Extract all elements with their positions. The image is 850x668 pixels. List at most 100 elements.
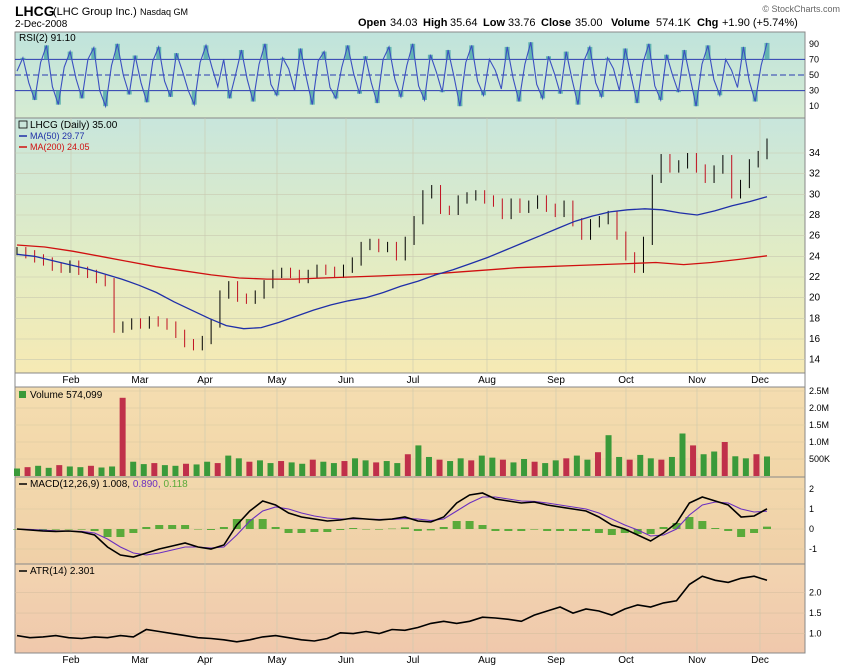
volume-bar: [109, 466, 116, 476]
chart-date: 2-Dec-2008: [15, 19, 68, 30]
month-label: Oct: [618, 655, 634, 666]
volume-bar: [499, 459, 506, 476]
macd-histogram-bar: [465, 521, 474, 529]
macd-histogram-bar: [517, 529, 526, 531]
volume-bar: [299, 463, 306, 476]
month-label: Sep: [547, 655, 565, 666]
volume-bar: [204, 461, 211, 476]
macd-histogram-bar: [271, 527, 280, 529]
volume-bar: [594, 452, 601, 476]
volume-bar: [510, 462, 517, 476]
macd-histogram-bar: [530, 529, 539, 530]
macd-histogram-bar: [323, 529, 332, 532]
price-tick-label: 14: [809, 355, 821, 366]
volume-bar: [605, 435, 612, 476]
volume-tick-label: 1.0M: [809, 437, 829, 447]
chg-label: Chg: [697, 17, 718, 29]
stock-chart: LHCG (LHC Group Inc.) Nasdaq GM 2-Dec-20…: [13, 3, 840, 666]
macd-tick-label: -1: [809, 544, 817, 554]
macd-histogram-bar: [155, 525, 164, 529]
volume-bar: [584, 459, 591, 476]
ma200-label: MA(200) 24.05: [30, 142, 90, 152]
month-label: Nov: [688, 655, 706, 666]
volume-bar: [573, 455, 580, 476]
volume-bar: [616, 456, 623, 476]
volume-bar: [193, 464, 200, 476]
macd-histogram-bar: [116, 529, 125, 537]
macd-histogram-bar: [724, 529, 733, 531]
macd-histogram-bar: [142, 527, 151, 529]
macd-tick-label: 1: [809, 504, 814, 514]
high-value: 35.64: [450, 17, 478, 29]
volume-bar: [552, 460, 559, 476]
rsi-tick-label: 30: [809, 86, 819, 96]
macd-histogram-bar: [581, 529, 590, 531]
volume-bar: [457, 458, 464, 476]
volume-bar: [742, 458, 749, 476]
volume-tick-label: 1.5M: [809, 420, 829, 430]
price-tick-label: 32: [809, 169, 821, 180]
symbol: LHCG: [15, 3, 55, 19]
volume-bar: [66, 466, 73, 476]
atr-tick-label: 2.0: [809, 588, 822, 598]
volume-tick-label: 2.0M: [809, 403, 829, 413]
volume-bar: [563, 458, 570, 476]
month-label: Aug: [478, 655, 496, 666]
volume-bar: [341, 461, 348, 476]
macd-histogram-bar: [181, 525, 190, 529]
macd-histogram-bar: [569, 529, 578, 531]
rsi-tick-label: 50: [809, 70, 819, 80]
month-label: Dec: [751, 375, 769, 386]
open-value: 34.03: [390, 17, 418, 29]
volume-bar: [214, 463, 221, 476]
macd-histogram-bar: [504, 529, 513, 531]
volume-bar: [721, 442, 728, 476]
volume-bar: [521, 459, 528, 476]
volume-bar: [753, 454, 760, 476]
volume-value: 574.1K: [656, 17, 692, 29]
rsi-tick-label: 70: [809, 54, 819, 64]
macd-histogram-bar: [491, 529, 500, 531]
month-label: Oct: [618, 375, 634, 386]
volume-bar: [183, 463, 190, 476]
price-tick-label: 30: [809, 189, 821, 200]
rsi-tick-label: 90: [809, 39, 819, 49]
volume-bar: [14, 468, 20, 476]
atr-tick-label: 1.5: [809, 608, 822, 618]
volume-bar: [278, 461, 285, 476]
volume-bar: [436, 459, 443, 476]
open-label: Open: [358, 17, 386, 29]
macd-histogram-bar: [362, 529, 371, 530]
volume-bar: [320, 461, 327, 476]
volume-label: Volume 574,099: [30, 390, 103, 401]
macd-histogram-bar: [206, 529, 215, 530]
volume-bar: [267, 463, 274, 476]
low-value: 33.76: [508, 17, 536, 29]
volume-bar: [626, 459, 633, 476]
macd-histogram-bar: [763, 526, 771, 529]
price-tick-label: 20: [809, 293, 821, 304]
volume-bar: [373, 462, 380, 476]
price-title: LHCG (Daily) 35.00: [30, 120, 118, 131]
high-label: High: [423, 17, 448, 29]
month-label: Mar: [131, 655, 149, 666]
volume-bar: [288, 462, 295, 476]
volume-bar: [256, 460, 263, 476]
volume-tick-label: 2.5M: [809, 386, 829, 396]
macd-histogram-bar: [594, 529, 603, 533]
volume-bar: [140, 464, 147, 476]
exchange: Nasdaq GM: [140, 7, 188, 17]
volume-bar: [309, 459, 316, 476]
month-label: Feb: [62, 375, 80, 386]
month-label: Feb: [62, 655, 80, 666]
rsi-tick-label: 10: [809, 101, 819, 111]
macd-histogram-bar: [129, 529, 138, 533]
price-tick-label: 22: [809, 272, 821, 283]
volume-bar: [45, 467, 52, 476]
volume-bar: [151, 463, 158, 476]
macd-histogram-bar: [168, 525, 177, 529]
macd-histogram-bar: [737, 529, 746, 537]
volume-bar: [225, 455, 232, 476]
macd-tick-label: 2: [809, 484, 814, 494]
macd-histogram-bar: [349, 528, 358, 529]
